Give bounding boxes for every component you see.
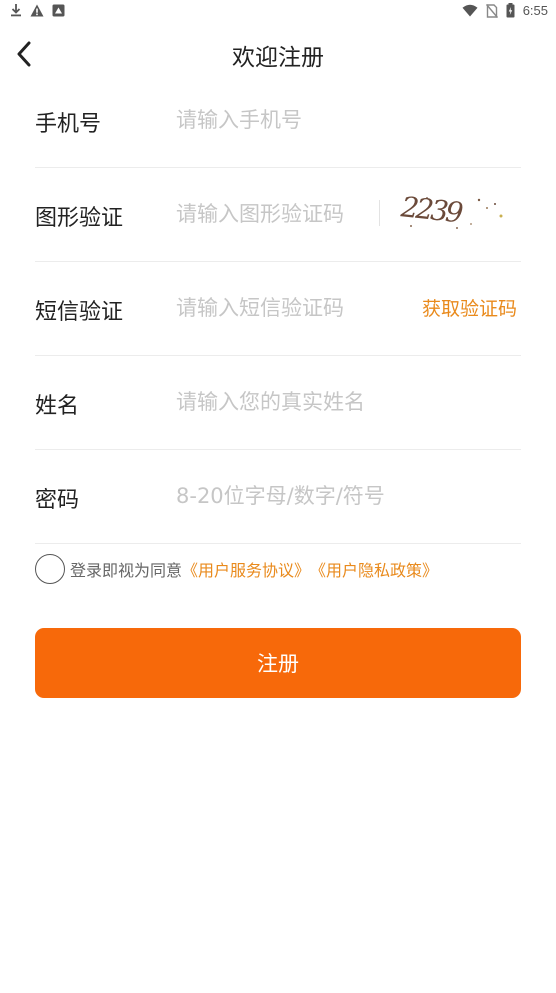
status-left: [10, 3, 65, 17]
sms-row: 短信验证 获取验证码: [35, 262, 521, 356]
captcha-label: 图形验证: [35, 206, 124, 231]
phone-row: 手机号: [35, 74, 521, 168]
captcha-image[interactable]: 2239: [397, 188, 517, 236]
captcha-row: 图形验证 2239: [35, 168, 521, 262]
name-row: 姓名: [35, 356, 521, 450]
privacy-policy-link[interactable]: 《用户隐私政策》: [310, 557, 438, 581]
agreement-prefix: 登录即视为同意: [70, 561, 183, 580]
captcha-divider: [379, 200, 380, 226]
name-label: 姓名: [35, 394, 80, 419]
phone-input[interactable]: [176, 102, 506, 138]
password-row: 密码: [35, 450, 521, 544]
warning-icon: [30, 4, 44, 16]
password-label: 密码: [35, 488, 80, 513]
no-sim-icon: [485, 3, 498, 18]
phone-label: 手机号: [35, 112, 102, 137]
wifi-icon: [462, 4, 478, 17]
agreement-row: 登录即视为同意 《用户服务协议》 《用户隐私政策》: [35, 552, 438, 586]
status-time: 6:55: [522, 3, 548, 18]
status-right: 6:55: [462, 3, 548, 18]
agreement-checkbox[interactable]: [35, 554, 65, 584]
download-icon: [11, 4, 21, 17]
battery-icon: [506, 3, 515, 18]
sms-label: 短信验证: [35, 300, 124, 325]
service-agreement-link[interactable]: 《用户服务协议》: [182, 557, 310, 581]
svg-text:2239: 2239: [399, 190, 465, 229]
image-icon: [52, 4, 65, 16]
captcha-input[interactable]: [176, 196, 376, 232]
name-input[interactable]: [176, 384, 506, 420]
page-title: 欢迎注册: [232, 45, 324, 71]
sms-code-input[interactable]: [176, 290, 406, 326]
password-input[interactable]: [176, 478, 506, 514]
registration-form: 手机号 图形验证 2239 短信验证 获取验证码 姓名 密码: [35, 74, 521, 544]
get-code-button[interactable]: 获取验证码: [422, 294, 517, 321]
register-button[interactable]: 注册: [35, 628, 521, 698]
status-bar: 6:55: [0, 0, 556, 26]
